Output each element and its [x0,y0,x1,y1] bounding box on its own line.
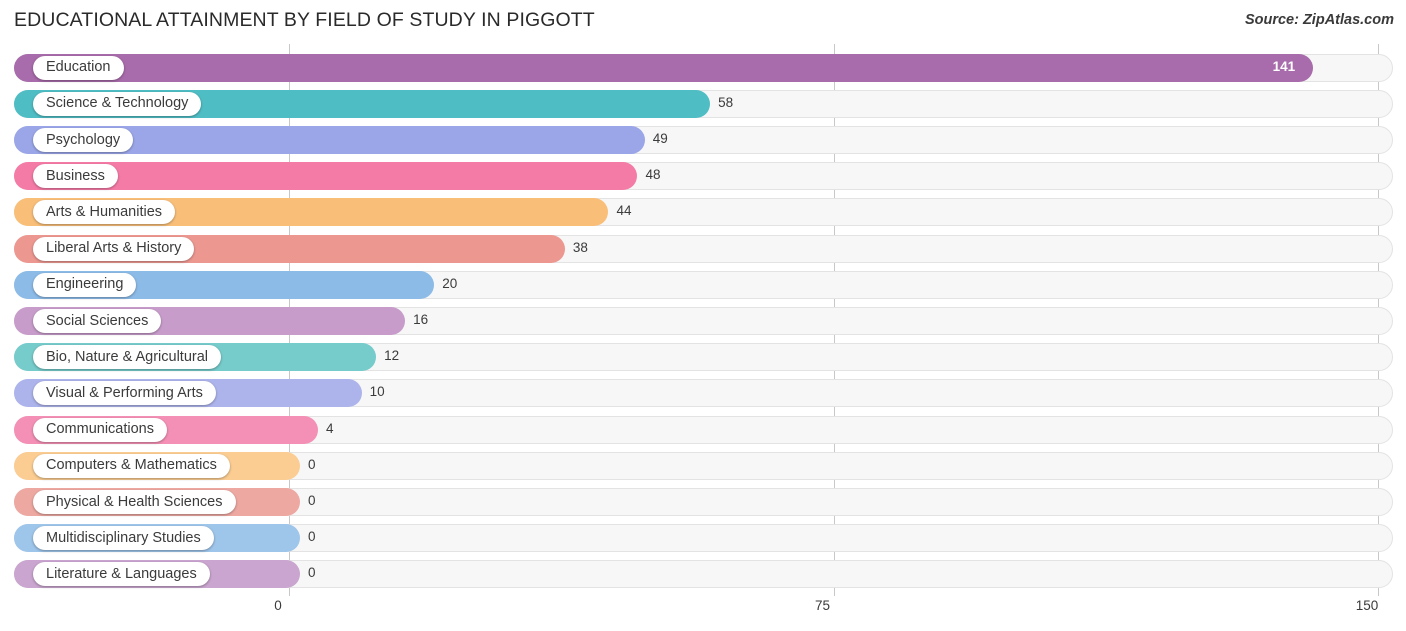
bar-value-label: 10 [369,384,385,400]
category-label-pill: Psychology [33,127,134,152]
bar-value-label: 16 [413,311,429,327]
chart-row: Engineering 20 [0,267,1406,303]
category-label: Physical & Health Sciences [46,493,223,510]
source-attribution: Source: ZipAtlas.com [1244,12,1394,28]
chart-row: Literature & Languages 0 [0,557,1406,593]
chart-row: Liberal Arts & History 38 [0,231,1406,267]
category-label: Social Sciences [46,312,149,329]
category-label-pill: Computers & Mathematics [33,453,230,478]
bar-value-label: 0 [308,456,316,472]
category-label: Literature & Languages [46,566,197,583]
bar-education[interactable] [14,53,1313,82]
chart-row: Visual & Performing Arts 10 [0,376,1406,412]
category-label: Science & Technology [46,95,189,112]
category-label-pill: Liberal Arts & History [33,236,195,261]
category-label: Communications [46,421,154,438]
chart-row: Communications 4 [0,412,1406,448]
category-label: Visual & Performing Arts [46,385,203,402]
category-label-pill: Physical & Health Sciences [33,489,236,514]
x-axis-tick-150: 150 [1355,598,1379,613]
bar-value-label: 0 [308,492,316,508]
bar-value-label: 38 [572,239,588,255]
chart-plot-area: Education 141 Science & Technology 58 Psycho… [0,44,1406,596]
x-axis: 0 75 150 [0,596,1406,631]
chart-row: Business 48 [0,159,1406,195]
bar-value-label: 0 [308,529,316,545]
category-label: Engineering [46,276,124,293]
category-label: Arts & Humanities [46,204,163,221]
category-label: Business [46,167,105,184]
category-label-pill: Business [33,164,118,189]
x-axis-tick-0: 0 [274,598,282,613]
category-label: Computers & Mathematics [46,457,217,474]
category-label-pill: Science & Technology [33,91,202,116]
category-label: Psychology [46,131,121,148]
chart-row: Multidisciplinary Studies 0 [0,521,1406,557]
x-axis-tick-75: 75 [814,598,831,613]
category-label: Bio, Nature & Agricultural [46,348,208,365]
chart-row: Science & Technology 58 [0,86,1406,122]
chart-row: Physical & Health Sciences 0 [0,484,1406,520]
chart-row: Psychology 49 [0,122,1406,158]
chart-row: Computers & Mathematics 0 [0,448,1406,484]
category-label-pill: Communications [33,417,167,442]
category-label: Education [46,59,111,76]
category-label-pill: Engineering [33,272,137,297]
category-label: Liberal Arts & History [46,240,182,257]
category-label: Multidisciplinary Studies [46,529,201,546]
chart-row: Education 141 [0,50,1406,86]
bar-value-label: 48 [645,167,661,183]
category-label-pill: Multidisciplinary Studies [33,526,214,551]
bar-value-label: 4 [326,420,334,436]
bar-value-label: 49 [652,130,668,146]
category-label-pill: Literature & Languages [33,562,210,587]
chart-row: Arts & Humanities 44 [0,195,1406,231]
category-label-pill: Arts & Humanities [33,200,176,225]
bar-value-label: 0 [308,565,316,581]
bar-value-label: 141 [1272,58,1296,74]
chart-row: Bio, Nature & Agricultural 12 [0,340,1406,376]
category-label-pill: Social Sciences [33,308,162,333]
page-title: EDUCATIONAL ATTAINMENT BY FIELD OF STUDY… [14,9,595,31]
category-label-pill: Visual & Performing Arts [33,381,216,406]
bar-value-label: 58 [718,94,734,110]
category-label-pill: Education [33,55,124,80]
chart-header: EDUCATIONAL ATTAINMENT BY FIELD OF STUDY… [0,0,1406,44]
chart-row: Social Sciences 16 [0,303,1406,339]
category-label-pill: Bio, Nature & Agricultural [33,345,221,370]
bar-value-label: 44 [616,203,632,219]
bar-value-label: 12 [384,348,400,364]
bar-value-label: 20 [442,275,458,291]
